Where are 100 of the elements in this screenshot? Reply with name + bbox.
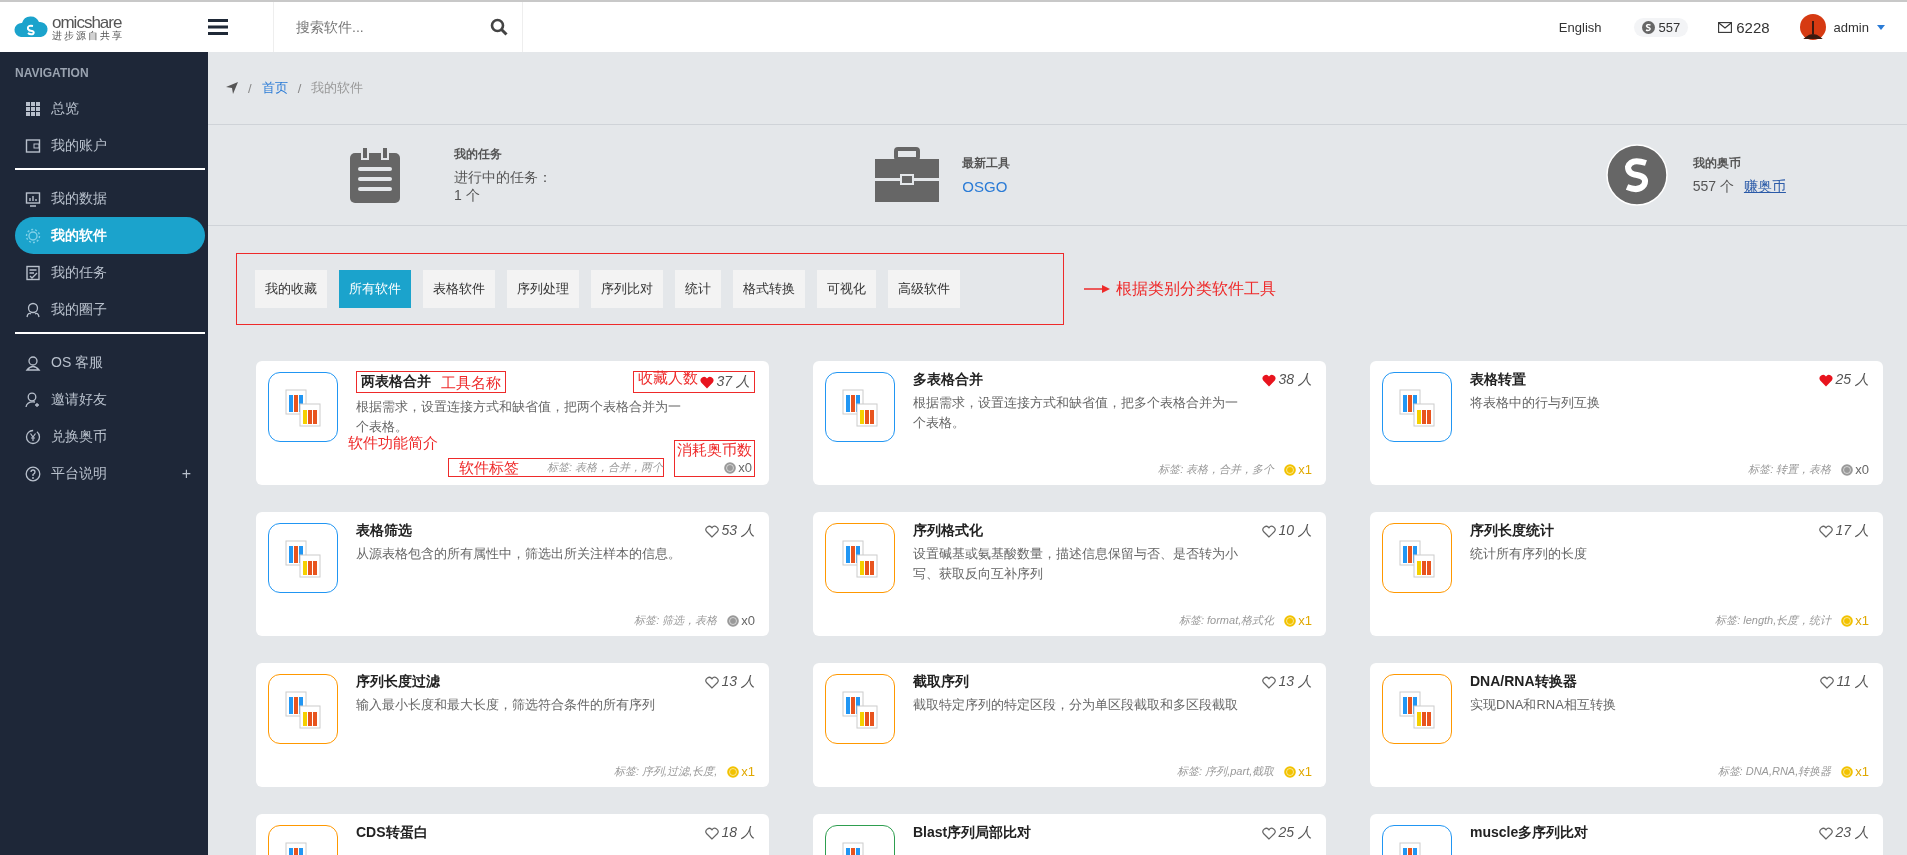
stat-title: 我的任务 — [454, 145, 503, 163]
tool-card[interactable]: 序列长度过滤 13 人 输入最小长度和最大长度，筛选符合条件的所有序列 标签: 序列,过滤,长度, x1 — [256, 663, 769, 787]
briefcase-icon — [874, 147, 941, 203]
tool-title: 表格筛选 — [356, 522, 412, 540]
favorite-count: 25 人 — [1278, 824, 1312, 842]
tool-title: 序列长度统计 — [1470, 522, 1554, 540]
annotation-text: 软件标签 — [458, 459, 519, 476]
nav-item[interactable]: 平台说明 + — [15, 455, 205, 492]
tool-title: 序列长度过滤 — [356, 673, 440, 691]
tool-description: 根据需求，设置连接方式和缺省值，把多个表格合并为一个表格。 — [913, 394, 1239, 432]
category-tab[interactable]: 统计 — [675, 270, 721, 308]
tool-card[interactable]: CDS转蛋白 18 人 — [256, 814, 769, 855]
tool-card[interactable]: 表格转置 25 人 将表格中的行与列互换 标签: 转置，表格 x0 — [1370, 361, 1883, 485]
arrow-icon — [1084, 285, 1110, 293]
message-count: 6228 — [1736, 18, 1770, 36]
category-tab[interactable]: 格式转换 — [733, 270, 805, 308]
breadcrumb-link[interactable]: 首页 — [261, 79, 288, 97]
favorite-count: 25 人 — [1835, 371, 1869, 389]
tool-card[interactable]: DNA/RNA转换器 11 人 实现DNA和RNA相互转换 标签: DNA,RNA,转换器 x1 — [1370, 663, 1883, 787]
category-tab[interactable]: 表格软件 — [423, 270, 495, 308]
stat-link[interactable]: 赚奥币 — [1743, 177, 1786, 196]
tool-description: 输入最小长度和最大长度，筛选符合条件的所有序列 — [356, 696, 656, 714]
stat-value: 557 个 — [1692, 177, 1734, 196]
stat-value: 进行中的任务：1 个 — [454, 168, 553, 205]
caret-icon — [1877, 24, 1885, 30]
nav-item[interactable]: 我的账户 — [15, 127, 205, 164]
favorite-count: 53 人 — [721, 522, 755, 540]
nav-item[interactable]: 我的数据 — [15, 180, 205, 217]
coin-cost: x1 — [1855, 764, 1869, 779]
checklist-icon — [25, 264, 41, 281]
tool-title: Blast序列局部比对 — [913, 824, 1032, 842]
stat-title: 我的奥币 — [1692, 154, 1742, 172]
tool-tags: 标签: 序列,part,截取 — [1177, 764, 1275, 779]
tool-description: 截取特定序列的特定区段，分为单区段截取和多区段截取 — [913, 696, 1239, 714]
location-arrow-icon — [226, 82, 238, 94]
category-tab[interactable]: 可视化 — [817, 270, 876, 308]
breadcrumb-separator: / — [297, 80, 302, 96]
tool-title: muscle多序列比对 — [1470, 824, 1589, 842]
nav-item[interactable]: 兑换奥币 — [15, 418, 205, 455]
nav-item[interactable]: OS 客服 — [15, 344, 205, 381]
coin-cost: x1 — [741, 764, 755, 779]
menu-icon[interactable] — [208, 19, 228, 35]
favorite-count: 10 人 — [1278, 522, 1312, 540]
gear-icon — [25, 227, 41, 244]
user-menu[interactable]: admin — [1799, 14, 1885, 40]
person-icon — [25, 354, 41, 371]
favorite-count: 37 人 — [716, 373, 750, 391]
tool-card[interactable]: 两表格合并 工具名称 收藏人数 37 人 根据需求，设置连接方式和缺省值，把两个表格合并为一个表格。 软件功能简介 软件标签 标签: 表格，合并，两个 消耗奥币数 x0 — [256, 361, 769, 485]
category-tab[interactable]: 我的收藏 — [255, 270, 327, 308]
category-tab[interactable]: 序列处理 — [507, 270, 579, 308]
nav-item[interactable]: 我的任务 — [15, 254, 205, 291]
tool-description: 设置碱基或氨基酸数量，描述信息保留与否、是否转为小写、获取反向互补序列 — [913, 545, 1239, 583]
tool-title: CDS转蛋白 — [356, 824, 428, 842]
annotation-text: 收藏人数 — [637, 369, 698, 386]
tool-card[interactable]: 序列格式化 10 人 设置碱基或氨基酸数量，描述信息保留与否、是否转为小写、获取反向互补序列 标签: format,格式化 x1 — [813, 512, 1326, 636]
nav-item[interactable]: 我的圈子 — [15, 291, 205, 328]
tool-card[interactable]: 表格筛选 53 人 从源表格包含的所有属性中，筛选出所关注样本的信息。 标签: 筛选，表格 x0 — [256, 512, 769, 636]
tool-card[interactable]: 截取序列 13 人 截取特定序列的特定区段，分为单区段截取和多区段截取 标签: 序列,part,截取 x1 — [813, 663, 1326, 787]
tool-title: 两表格合并 — [361, 373, 431, 391]
avatar-icon — [1799, 14, 1826, 40]
clipboard-icon — [348, 145, 402, 205]
tool-card[interactable]: 序列长度统计 17 人 统计所有序列的长度 标签: length,长度，统计 x1 — [1370, 512, 1883, 636]
coin-cost: x0 — [738, 460, 752, 475]
breadcrumb-separator: / — [248, 80, 252, 96]
language-link[interactable]: English — [1558, 19, 1602, 35]
cloud-logo-icon — [13, 15, 49, 39]
stat-link[interactable]: OSGO — [962, 178, 1008, 195]
tool-title: DNA/RNA转换器 — [1470, 673, 1577, 691]
favorite-count: 38 人 — [1278, 371, 1312, 389]
nav-item[interactable]: 邀请好友 — [15, 381, 205, 418]
messages-link[interactable]: 6228 — [1718, 18, 1770, 36]
favorite-count: 18 人 — [721, 824, 755, 842]
tool-tags: 标签: 转置，表格 — [1748, 462, 1832, 477]
category-tab[interactable]: 序列比对 — [591, 270, 663, 308]
tool-title: 截取序列 — [913, 673, 969, 691]
search-icon — [490, 18, 508, 36]
coin-cost: x0 — [1855, 462, 1869, 477]
annotation-text: 消耗奥币数 — [677, 441, 752, 458]
coin-icon — [1641, 20, 1655, 34]
coin-balance[interactable]: 557 — [1633, 17, 1689, 37]
tool-card[interactable]: Blast序列局部比对 25 人 — [813, 814, 1326, 855]
stat-title: 最新工具 — [962, 155, 1011, 172]
coin-cost: x1 — [1298, 462, 1312, 477]
tool-description: 从源表格包含的所有属性中，筛选出所关注样本的信息。 — [356, 545, 682, 563]
yen-exchange-icon — [25, 428, 41, 445]
user-name: admin — [1833, 19, 1869, 35]
tool-description: 统计所有序列的长度 — [1470, 545, 1588, 563]
coin-cost: x1 — [1298, 764, 1312, 779]
grid-icon — [25, 100, 41, 117]
coin-count: 557 — [1658, 19, 1681, 35]
breadcrumb-current: 我的软件 — [311, 79, 364, 97]
category-tab[interactable]: 高级软件 — [888, 270, 960, 308]
nav-item[interactable]: 总览 — [15, 90, 205, 127]
coin-cost: x1 — [1855, 613, 1869, 628]
tool-description: 根据需求，设置连接方式和缺省值，把两个表格合并为一个表格。 — [356, 398, 682, 435]
coin-cost: x0 — [741, 613, 755, 628]
tool-card[interactable]: muscle多序列比对 23 人 — [1370, 814, 1883, 855]
favorite-count: 23 人 — [1835, 824, 1869, 842]
tool-card[interactable]: 多表格合并 38 人 根据需求，设置连接方式和缺省值，把多个表格合并为一个表格。 标签: 表格，合并，多个 x1 — [813, 361, 1326, 485]
monitor-chart-icon — [25, 190, 41, 207]
